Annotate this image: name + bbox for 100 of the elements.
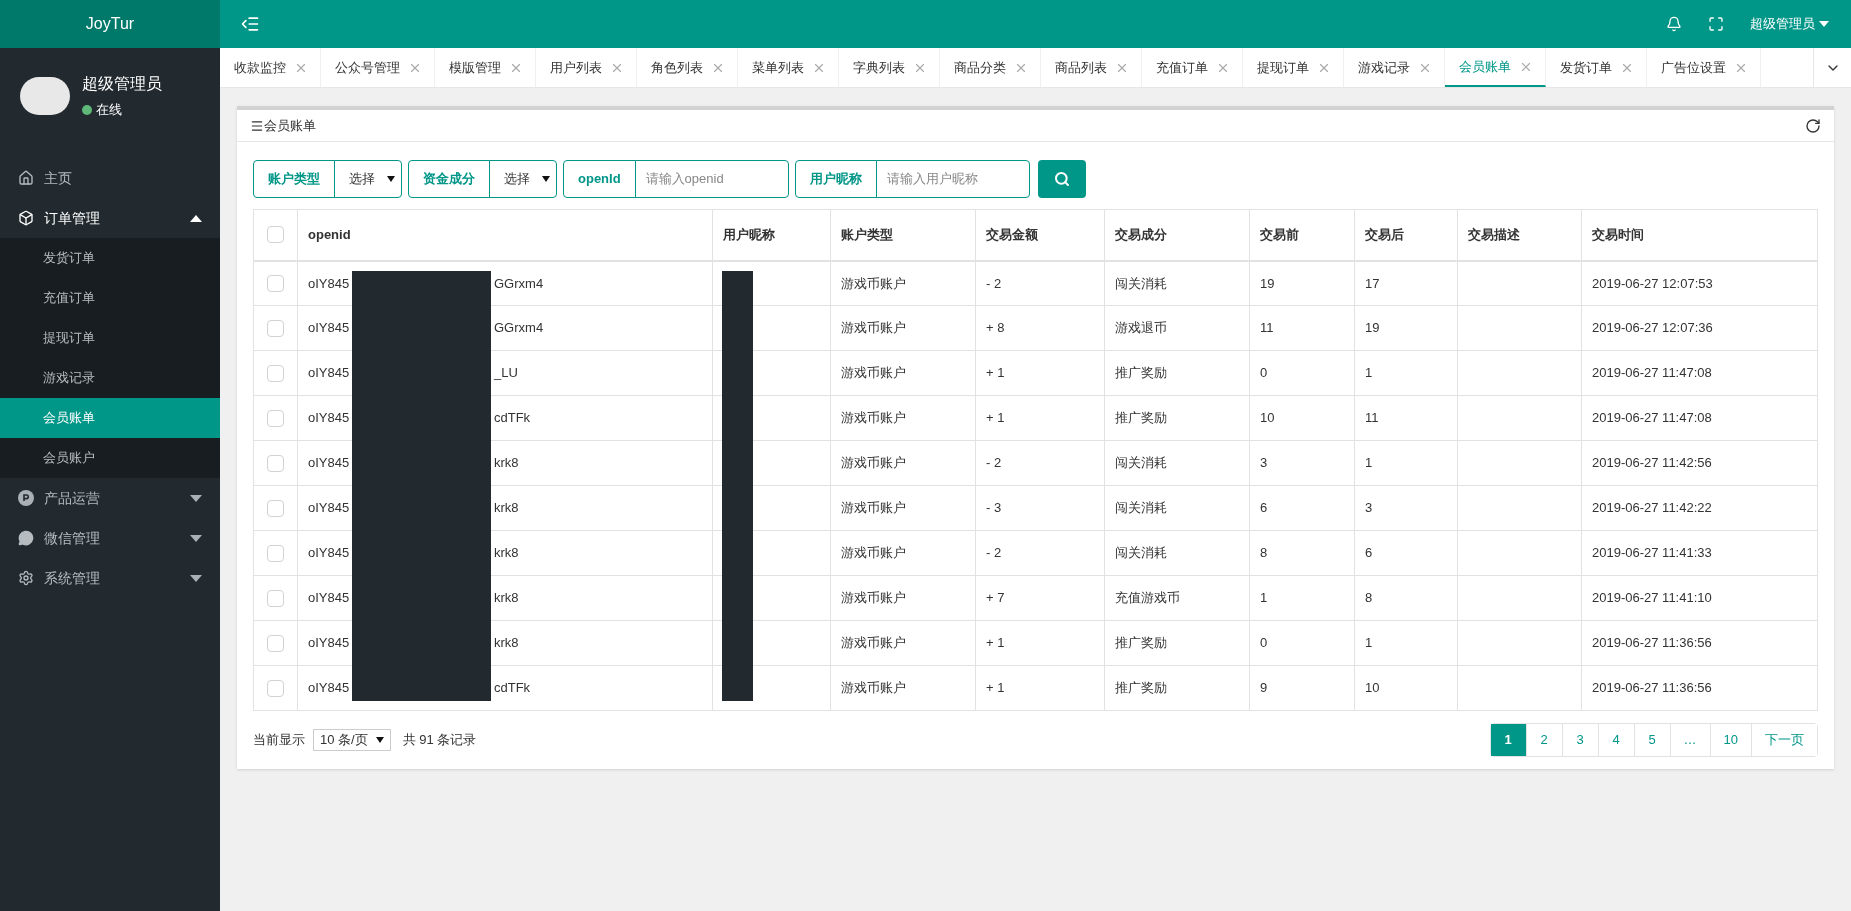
- row-checkbox[interactable]: [267, 544, 284, 562]
- table-cell: 1: [1354, 350, 1458, 396]
- page-tab[interactable]: 广告位设置: [1647, 48, 1761, 87]
- page-tab[interactable]: 公众号管理: [321, 48, 435, 87]
- column-header: 交易后: [1354, 209, 1458, 261]
- table-cell: 游戏币账户: [830, 305, 976, 351]
- table-cell: 10: [1249, 395, 1355, 441]
- table-cell: 推广奖励: [1104, 620, 1250, 666]
- filter-select[interactable]: 资金成分 选择: [408, 160, 557, 198]
- row-checkbox[interactable]: [267, 409, 284, 427]
- filter-select[interactable]: 账户类型 选择: [253, 160, 402, 198]
- status-text: 在线: [96, 101, 122, 120]
- table-cell-text: GGrxm4: [494, 274, 544, 293]
- caret-up-icon: [190, 214, 202, 222]
- row-checkbox[interactable]: [267, 499, 284, 517]
- fullscreen-icon[interactable]: [1708, 16, 1724, 32]
- profile-name: 超级管理员: [82, 74, 162, 95]
- table-cell: 推广奖励: [1104, 350, 1250, 396]
- sidebar-subitem[interactable]: 提现订单: [0, 318, 220, 358]
- page-button[interactable]: 1: [1490, 724, 1527, 756]
- cube-icon: [18, 210, 34, 226]
- table-cell: 游戏币账户: [830, 485, 976, 531]
- table-cell: oIY845: [308, 455, 350, 471]
- total-records: 共 91 条记录: [402, 731, 477, 750]
- sidebar-subitem[interactable]: 会员账单: [0, 398, 220, 438]
- page-tab[interactable]: 角色列表: [637, 48, 738, 87]
- notification-bell-icon[interactable]: [1666, 16, 1682, 32]
- row-checkbox[interactable]: [267, 634, 284, 652]
- table-cell: 2019-06-27 11:36:56: [1581, 665, 1818, 711]
- table-cell: 闯关消耗: [1104, 440, 1250, 486]
- row-checkbox[interactable]: [267, 274, 284, 292]
- page-tab[interactable]: 用户列表: [536, 48, 637, 87]
- page-size-select[interactable]: 10 条/页: [313, 729, 391, 751]
- panel-title: 会员账单: [264, 116, 317, 135]
- user-menu-button[interactable]: 超级管理员: [1750, 14, 1829, 34]
- page-tab[interactable]: 字典列表: [839, 48, 940, 87]
- table-cell: oIY845: [308, 590, 350, 606]
- sidebar-subitem[interactable]: 充值订单: [0, 278, 220, 318]
- page-tab[interactable]: 模版管理: [435, 48, 536, 87]
- sidebar-subitem[interactable]: 游戏记录: [0, 358, 220, 398]
- table-cell: 游戏币账户: [830, 575, 976, 621]
- select-all-checkbox[interactable]: [267, 226, 284, 244]
- caret-down-icon: [375, 737, 384, 743]
- table-cell: 17: [1354, 260, 1458, 306]
- page-tab[interactable]: 商品分类: [940, 48, 1041, 87]
- table-cell: 闯关消耗: [1104, 485, 1250, 531]
- text-field[interactable]: 请输入openid: [635, 161, 788, 197]
- table-cell: 游戏退币: [1104, 305, 1250, 351]
- page-tab[interactable]: 游戏记录: [1344, 48, 1445, 87]
- page-tab[interactable]: 充值订单: [1142, 48, 1243, 87]
- table-cell: 6: [1249, 485, 1355, 531]
- row-checkbox[interactable]: [267, 319, 284, 337]
- table-cell-text: krk8: [494, 634, 519, 653]
- caret-down-icon: [190, 574, 202, 582]
- brand-logo-text: JoyTur: [85, 14, 135, 34]
- page-tab[interactable]: 收款监控: [220, 48, 321, 87]
- table-cell: 19: [1249, 260, 1355, 306]
- page-tab[interactable]: 商品列表: [1041, 48, 1142, 87]
- table-cell: 闯关消耗: [1104, 260, 1250, 306]
- home-icon: [18, 170, 34, 186]
- sidebar-item[interactable]: 产品运营: [0, 478, 220, 518]
- row-checkbox[interactable]: [267, 364, 284, 382]
- row-checkbox[interactable]: [267, 454, 284, 472]
- table-cell-text: GGrxm4: [494, 319, 544, 338]
- page-tab[interactable]: 菜单列表: [738, 48, 839, 87]
- table-cell: 充值游戏币: [1104, 575, 1250, 621]
- sidebar-subitem[interactable]: 发货订单: [0, 238, 220, 278]
- sidebar-item[interactable]: 系统管理: [0, 558, 220, 598]
- table-cell: 9: [1249, 665, 1355, 711]
- row-checkbox[interactable]: [267, 679, 284, 697]
- table-cell: - 2: [975, 440, 1105, 486]
- column-header: 账户类型: [830, 209, 976, 261]
- table-cell: oIY845: [308, 635, 350, 651]
- table-cell: 0: [1249, 620, 1355, 666]
- refresh-icon[interactable]: [1805, 117, 1821, 134]
- row-checkbox[interactable]: [267, 589, 284, 607]
- filter-input[interactable]: openId 请输入openid: [563, 160, 789, 198]
- text-field[interactable]: 请输入用户昵称: [876, 161, 1029, 197]
- table-cell: 1: [1354, 440, 1458, 486]
- menu-icon: [250, 118, 264, 133]
- table-cell: 游戏币账户: [830, 620, 976, 666]
- sidebar-item[interactable]: 微信管理: [0, 518, 220, 558]
- sidebar-item[interactable]: 订单管理: [0, 198, 220, 238]
- caret-down-icon: [190, 494, 202, 502]
- search-button[interactable]: [1037, 160, 1086, 198]
- table-cell: oIY845: [308, 680, 350, 696]
- column-header: 交易时间: [1581, 209, 1818, 261]
- table-cell: + 1: [975, 350, 1105, 396]
- filter-input[interactable]: 用户昵称 请输入用户昵称: [794, 160, 1030, 198]
- table-cell: 0: [1249, 350, 1355, 396]
- page-tab[interactable]: 提现订单: [1243, 48, 1344, 87]
- page-tab[interactable]: 发货订单: [1546, 48, 1647, 87]
- table-cell-text: _LU: [494, 364, 518, 383]
- column-header: 交易成分: [1104, 209, 1250, 261]
- table-cell: 11: [1249, 305, 1355, 351]
- collapse-menu-icon[interactable]: [240, 14, 260, 34]
- page-tab[interactable]: 会员账单: [1445, 48, 1546, 87]
- sidebar-item[interactable]: 主页: [0, 158, 220, 198]
- table-cell: 游戏币账户: [830, 440, 976, 486]
- sidebar-subitem[interactable]: 会员账户: [0, 438, 220, 478]
